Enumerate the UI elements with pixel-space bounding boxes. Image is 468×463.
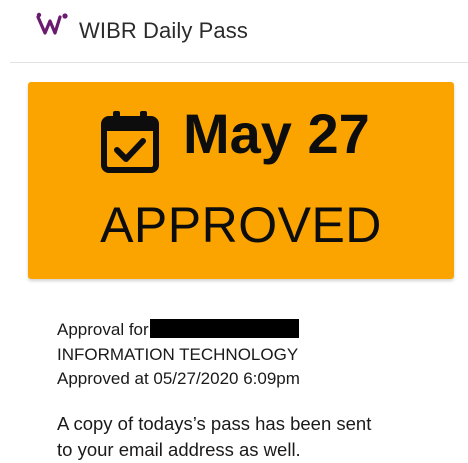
wibr-logo-icon [36, 12, 68, 35]
email-note-line-1: A copy of todays’s pass has been sent [57, 413, 372, 434]
pass-card: May 27 APPROVED [28, 82, 454, 279]
email-copy-note: A copy of todays’s pass has been sent to… [57, 411, 457, 463]
approval-for-label: Approval for [57, 320, 149, 339]
approval-for-line: Approval for [57, 318, 300, 343]
approved-at-text: Approved at 05/27/2020 6:09pm [57, 369, 300, 388]
app-header: WIBR Daily Pass [0, 0, 468, 62]
app-title: WIBR Daily Pass [79, 18, 248, 43]
header-divider [10, 62, 468, 63]
email-note-line-2: to your email address as well. [57, 439, 301, 460]
approval-details: Approval for INFORMATION TECHNOLOGY Appr… [57, 318, 300, 392]
pass-date: May 27 [183, 102, 370, 165]
department-text: INFORMATION TECHNOLOGY [57, 344, 299, 364]
pass-status: APPROVED [100, 197, 382, 253]
calendar-check-icon [101, 111, 159, 173]
redacted-name-block [149, 319, 299, 338]
